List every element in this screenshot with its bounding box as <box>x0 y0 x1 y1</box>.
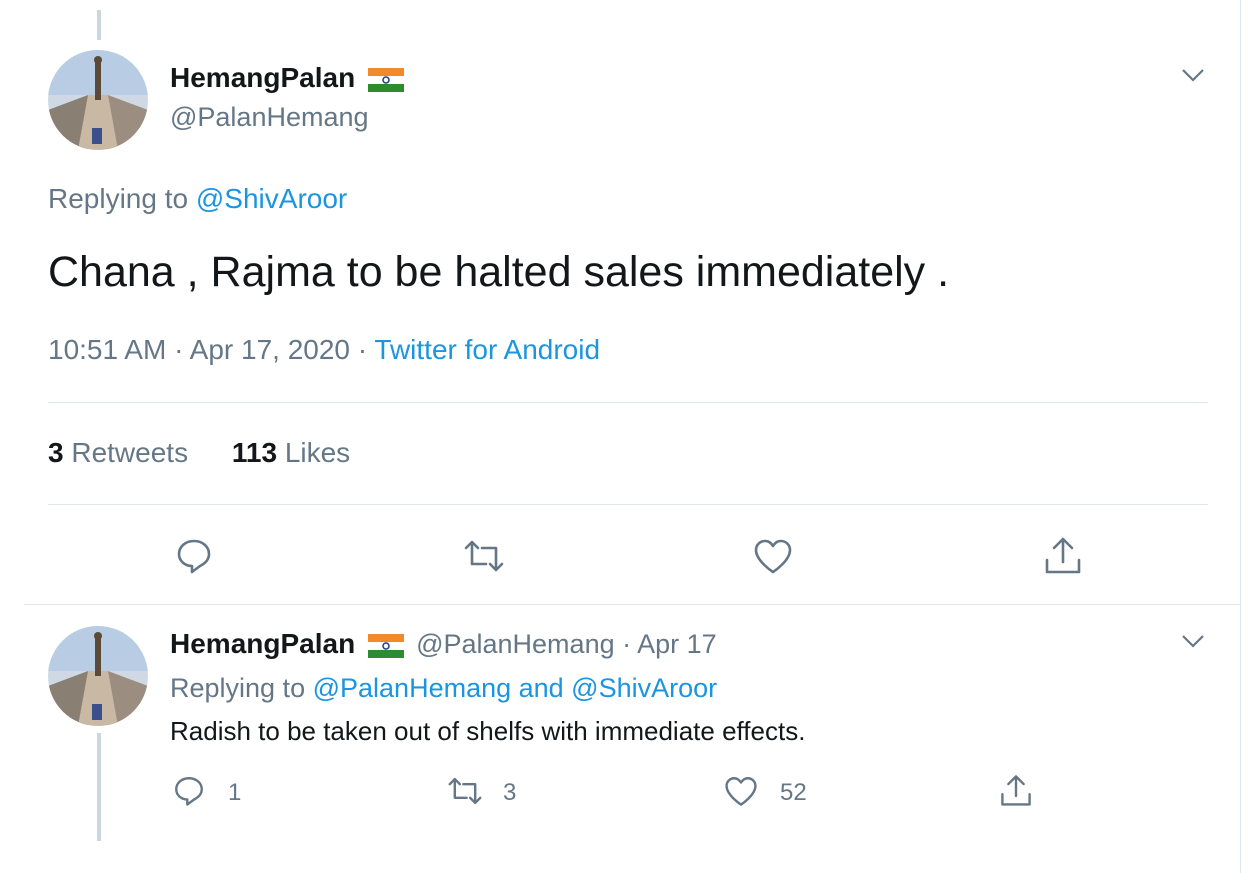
tweet-text: Chana , Rajma to be halted sales immedia… <box>48 248 950 296</box>
reply-icon <box>175 777 203 806</box>
like-icon <box>754 539 792 574</box>
reply-button[interactable] <box>172 774 206 813</box>
like-button[interactable] <box>752 536 794 581</box>
share-button[interactable] <box>1043 534 1083 581</box>
likes-count: 113 <box>231 437 278 468</box>
replying-to-line: Replying to @ShivAroor <box>48 183 347 215</box>
retweet-icon <box>448 777 482 805</box>
divider <box>24 604 1240 605</box>
retweet-button[interactable] <box>460 536 508 581</box>
likes-stat[interactable]: 113 Likes <box>232 437 350 468</box>
india-flag-icon <box>367 68 404 97</box>
divider <box>48 504 1208 505</box>
india-flag-icon <box>367 634 404 663</box>
reply-text: Radish to be taken out of shelfs with im… <box>170 716 806 746</box>
tweet-time[interactable]: 10:51 AM <box>48 334 166 365</box>
replying-to-label: Replying to <box>48 183 189 214</box>
retweet-button[interactable] <box>444 774 486 813</box>
replying-to-label: Replying to <box>170 673 306 703</box>
like-button[interactable] <box>723 774 759 813</box>
avatar[interactable] <box>48 50 148 150</box>
mention-link[interactable]: @ShivAroor <box>196 183 347 214</box>
handle[interactable]: @PalanHemang <box>170 102 369 133</box>
display-name[interactable]: HemangPalan <box>170 628 355 659</box>
meta-separator: · <box>357 334 368 365</box>
author-line: HemangPalan <box>170 62 404 97</box>
retweet-icon <box>464 540 504 572</box>
mention-link[interactable]: @PalanHemang and @ShivAroor <box>313 673 718 703</box>
tweet-meta: 10:51 AM · Apr 17, 2020 · Twitter for An… <box>48 334 600 366</box>
reply-icon <box>177 539 211 574</box>
share-icon <box>1045 537 1081 574</box>
retweets-stat[interactable]: 3 Retweets <box>48 437 196 468</box>
thread-connector-bottom <box>97 733 101 841</box>
likes-label: Likes <box>284 437 351 468</box>
divider <box>48 402 1208 403</box>
reply-count: 1 <box>228 779 242 806</box>
chevron-down-icon[interactable] <box>1180 632 1206 655</box>
reply-author-line: HemangPalan @PalanHemang · Apr 17 <box>170 628 717 663</box>
reply-replying-to-line: Replying to @PalanHemang and @ShivAroor <box>170 673 717 704</box>
handle-and-date[interactable]: @PalanHemang · Apr 17 <box>416 629 717 659</box>
tweet-source[interactable]: Twitter for Android <box>374 334 600 365</box>
retweets-count: 3 <box>48 437 64 468</box>
like-count: 52 <box>780 779 807 806</box>
tweet-stats: 3 Retweets 113 Likes <box>48 437 350 469</box>
share-icon <box>1001 775 1031 806</box>
share-button[interactable] <box>999 772 1033 813</box>
tweet-date[interactable]: Apr 17, 2020 <box>190 334 350 365</box>
display-name[interactable]: HemangPalan <box>170 62 355 93</box>
retweet-count: 3 <box>503 779 517 806</box>
column-border <box>1240 0 1241 873</box>
avatar[interactable] <box>48 626 148 726</box>
chevron-down-icon[interactable] <box>1180 66 1206 89</box>
thread-connector-top <box>97 10 101 40</box>
reply-button[interactable] <box>174 536 214 581</box>
retweets-label: Retweets <box>71 437 189 468</box>
like-icon <box>725 777 757 806</box>
meta-separator: · <box>174 334 184 365</box>
